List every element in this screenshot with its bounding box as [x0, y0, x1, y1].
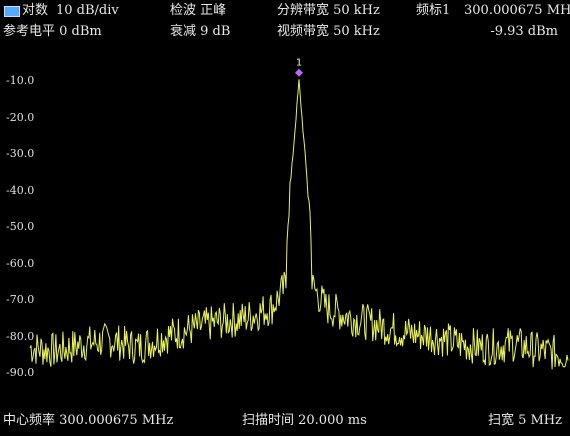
y-tick-label: -60.0: [6, 256, 35, 270]
y-tick-label: -10.0: [6, 74, 35, 87]
y-tick-label: -40.0: [6, 183, 35, 197]
y-tick-label: -90.0: [6, 366, 35, 379]
marker-diamond[interactable]: [295, 68, 303, 77]
y-tick-label: -80.0: [6, 329, 35, 343]
span: 扫宽 5 MHz: [487, 413, 562, 428]
y-tick-label: -70.0: [6, 293, 35, 306]
spectrum-trace: [29, 79, 569, 370]
y-tick-label: -30.0: [6, 147, 35, 160]
y-tick-label: -20.0: [6, 110, 35, 124]
y-tick-label: -50.0: [6, 220, 35, 233]
marker-number: 1: [296, 58, 302, 69]
trace-group: [29, 79, 569, 370]
spectrum-plot[interactable]: 1: [0, 0, 570, 436]
sweep-time: 扫描时间 20.000 ms: [242, 413, 367, 428]
center-frequency: 中心频率 300.000675 MHz: [3, 413, 174, 428]
marker-group: 1: [295, 58, 303, 77]
